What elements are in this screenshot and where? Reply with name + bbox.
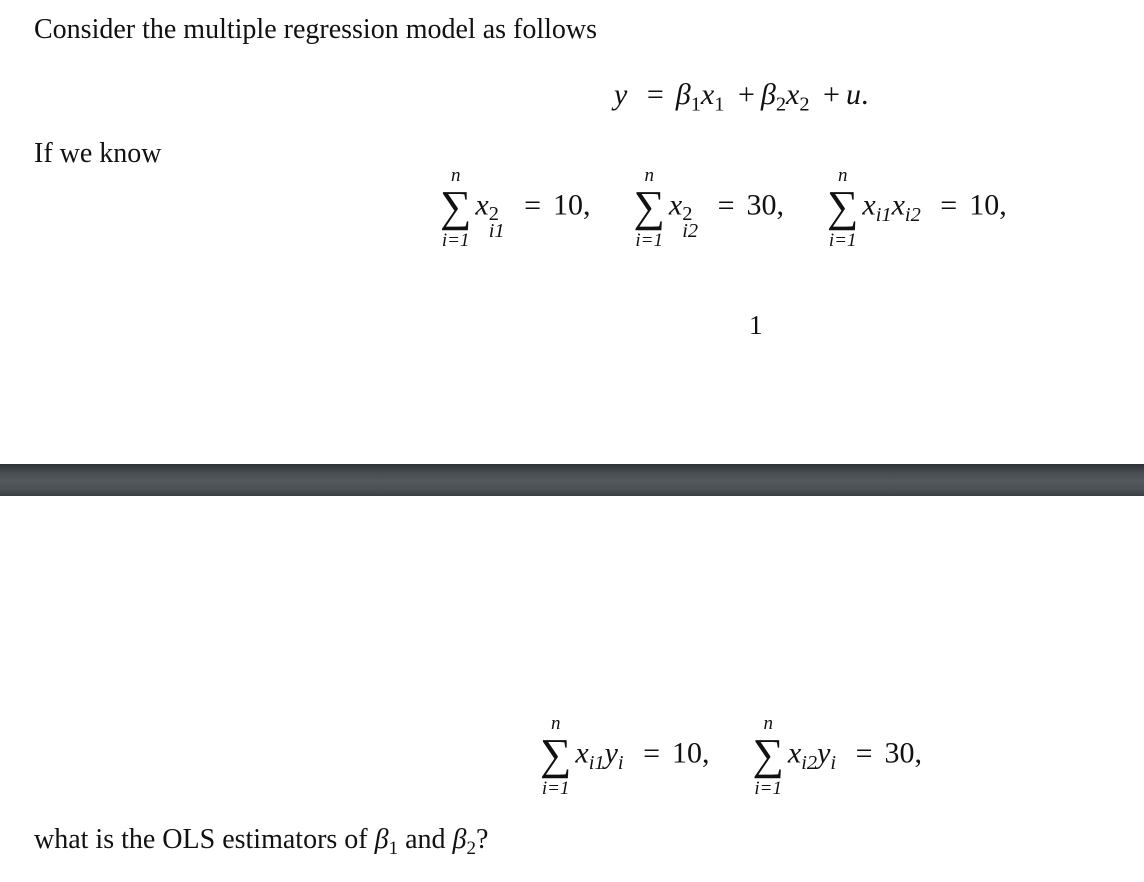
beta2-subscript: 2 bbox=[775, 93, 787, 116]
model-equation: y = β1x1 + β2x2 + u. bbox=[614, 78, 868, 117]
known-sums-row-2: n ∑ i=1 xi1yi = 10, n ∑ i=1 xi2yi = 30, bbox=[540, 714, 922, 798]
sum-value: 10, bbox=[553, 188, 591, 222]
subscript: i2 bbox=[801, 752, 818, 775]
sum-lower-limit: i=1 bbox=[828, 229, 857, 251]
sum-lower-limit: i=1 bbox=[541, 777, 570, 799]
equals-sign: = bbox=[855, 736, 873, 770]
beta1-symbol: β bbox=[374, 824, 389, 855]
beta2-subscript: 2 bbox=[466, 838, 476, 860]
x-var: x bbox=[787, 736, 802, 770]
x2-subscript: 2 bbox=[799, 93, 810, 116]
beta2-symbol: β bbox=[452, 824, 467, 855]
summation-3: n ∑ i=1 bbox=[827, 166, 858, 250]
sigma-icon: ∑ bbox=[752, 730, 784, 779]
subscript: i bbox=[617, 752, 624, 775]
equals-sign: = bbox=[940, 188, 958, 222]
sigma-icon: ∑ bbox=[827, 182, 859, 231]
sum-value: 10, bbox=[672, 736, 710, 770]
y-var: y bbox=[604, 736, 618, 770]
equals-sign: = bbox=[646, 78, 664, 111]
page-separator bbox=[0, 464, 1144, 496]
question-text: what is the OLS estimators of β1 and β2? bbox=[34, 824, 488, 860]
sigma-icon: ∑ bbox=[540, 730, 572, 779]
subscript: i2 bbox=[682, 220, 699, 243]
y-var: y bbox=[817, 736, 831, 770]
sigma-icon: ∑ bbox=[633, 182, 665, 231]
y-var: y bbox=[614, 78, 628, 111]
summation-1: n ∑ i=1 bbox=[440, 166, 471, 250]
intro-text: Consider the multiple regression model a… bbox=[34, 14, 598, 45]
equals-sign: = bbox=[717, 188, 735, 222]
sub-superscript: 2 i2 bbox=[682, 202, 699, 243]
subscript: i1 bbox=[588, 752, 605, 775]
subscript: i1 bbox=[488, 220, 505, 243]
page-number: 1 bbox=[749, 310, 763, 340]
if-text: If we know bbox=[34, 138, 162, 169]
subscript: i1 bbox=[875, 204, 892, 227]
plus-sign: + bbox=[823, 78, 840, 111]
beta2-symbol: β bbox=[760, 78, 776, 111]
sigma-icon: ∑ bbox=[440, 182, 472, 231]
sum-lower-limit: i=1 bbox=[754, 777, 782, 799]
x-var: x bbox=[668, 188, 683, 222]
sum-lower-limit: i=1 bbox=[441, 229, 470, 251]
known-sums-row-1: n ∑ i=1 x 2 i1 = 10, n ∑ i=1 x 2 i2 = 30, n ∑ … bbox=[440, 166, 1007, 250]
beta1-symbol: β bbox=[675, 78, 691, 111]
x1-var: x bbox=[700, 78, 715, 111]
sum-value: 30, bbox=[884, 736, 923, 770]
summation-4: n ∑ i=1 bbox=[540, 714, 571, 798]
sub-superscript: 2 i1 bbox=[488, 202, 505, 243]
superscript: 2 bbox=[488, 202, 499, 225]
subscript: i2 bbox=[904, 204, 921, 227]
question-prefix: what is the OLS estimators of bbox=[34, 824, 368, 855]
equals-sign: = bbox=[524, 188, 541, 222]
period: . bbox=[860, 78, 869, 111]
x1-subscript: 1 bbox=[714, 93, 725, 116]
x-var: x bbox=[475, 188, 489, 222]
x-var: x bbox=[891, 188, 905, 222]
plus-sign: + bbox=[737, 78, 755, 111]
sum-lower-limit: i=1 bbox=[635, 229, 663, 251]
summation-5: n ∑ i=1 bbox=[753, 714, 784, 798]
u-var: u bbox=[845, 78, 861, 111]
and-word: and bbox=[405, 824, 446, 855]
question-mark: ? bbox=[476, 824, 489, 855]
beta1-subscript: 1 bbox=[388, 838, 399, 860]
equals-sign: = bbox=[643, 736, 660, 770]
x2-var: x bbox=[786, 78, 800, 111]
subscript: i bbox=[830, 752, 837, 775]
x-var: x bbox=[575, 736, 589, 770]
summation-2: n ∑ i=1 bbox=[634, 166, 665, 250]
beta1-subscript: 1 bbox=[690, 93, 701, 116]
sum-value: 10, bbox=[969, 188, 1007, 222]
sum-value: 30, bbox=[746, 188, 785, 222]
x-var: x bbox=[862, 188, 876, 222]
superscript: 2 bbox=[682, 202, 693, 225]
